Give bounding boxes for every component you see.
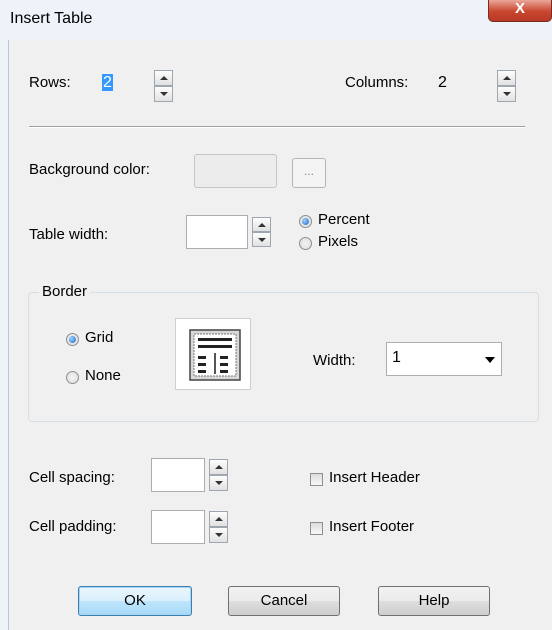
cell-spacing-up-arrow-icon[interactable] [209,459,228,475]
table-width-up-arrow-icon[interactable] [252,217,271,232]
cell-padding-spinner[interactable] [209,511,228,543]
separator [29,126,525,128]
close-icon: X [514,0,525,17]
rows-label: Rows: [29,74,71,91]
table-width-label: Table width: [29,226,109,243]
insert-header-checkbox[interactable] [310,473,323,486]
ok-button[interactable]: OK [78,586,192,616]
border-preview [175,318,251,390]
background-color-label: Background color: [29,161,150,178]
rows-spinner[interactable] [154,70,173,102]
close-button[interactable]: X [488,0,552,22]
cell-spacing-input[interactable] [151,458,205,492]
cell-spacing-down-arrow-icon[interactable] [209,475,228,491]
table-grid-preview-icon [189,329,241,381]
border-none-radio[interactable] [66,371,79,384]
border-none-label: None [85,367,121,384]
cell-spacing-label: Cell spacing: [29,469,115,486]
background-color-browse-button[interactable]: ... [292,158,326,188]
chevron-down-icon [485,357,495,363]
pixels-label: Pixels [318,233,359,250]
table-width-down-arrow-icon[interactable] [252,232,271,247]
title-bar: Insert Table X [0,0,552,40]
ellipsis-icon: ... [303,164,314,178]
border-group-label: Border [39,283,91,300]
border-width-label: Width: [313,352,356,369]
border-grid-label: Grid [85,329,114,346]
insert-table-dialog: Insert Table X Rows: 2 Columns: 2 Backgr… [0,0,552,630]
percent-label: Percent [318,211,370,228]
cancel-button[interactable]: Cancel [228,586,340,616]
columns-spinner[interactable] [497,70,516,102]
rows-down-arrow-icon[interactable] [154,86,173,102]
cell-padding-down-arrow-icon[interactable] [209,527,228,543]
cell-spacing-spinner[interactable] [209,459,228,491]
rows-value: 2 [102,74,113,91]
columns-label: Columns: [345,74,409,91]
columns-up-arrow-icon[interactable] [497,70,516,86]
background-color-swatch[interactable] [194,154,277,188]
cell-padding-input[interactable] [151,510,205,544]
insert-header-label: Insert Header [329,469,420,486]
columns-input[interactable]: 2 [433,68,485,102]
columns-value: 2 [438,74,447,91]
border-grid-radio[interactable] [66,333,79,346]
table-width-input[interactable] [186,215,248,249]
dialog-title: Insert Table [10,10,93,27]
dialog-body: Rows: 2 Columns: 2 Background color: ...… [8,40,552,630]
cell-padding-label: Cell padding: [29,518,117,535]
pixels-radio[interactable] [299,237,312,250]
border-width-dropdown[interactable]: 1 [386,342,502,376]
insert-footer-checkbox[interactable] [310,522,323,535]
table-width-spinner[interactable] [252,217,271,247]
rows-input[interactable]: 2 [97,68,149,102]
columns-down-arrow-icon[interactable] [497,86,516,102]
percent-radio[interactable] [299,215,312,228]
insert-footer-label: Insert Footer [329,518,415,535]
rows-up-arrow-icon[interactable] [154,70,173,86]
border-width-value: 1 [392,349,401,366]
help-button[interactable]: Help [378,586,490,616]
cell-padding-up-arrow-icon[interactable] [209,511,228,527]
